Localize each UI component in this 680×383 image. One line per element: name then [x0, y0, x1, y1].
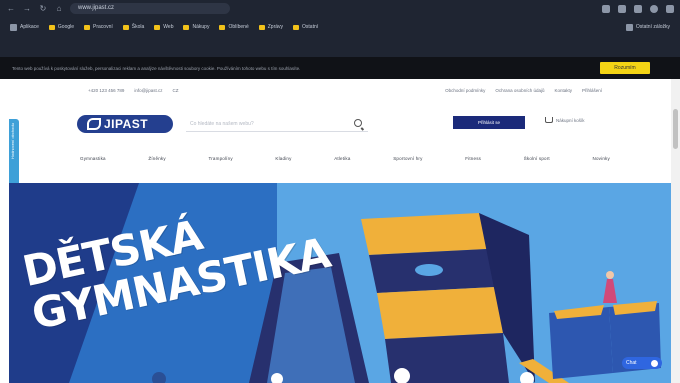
search-input[interactable]: Co hledáte na našem webu? — [186, 116, 368, 132]
phone-link[interactable]: +420 123 456 789 — [88, 88, 124, 93]
scrollbar-thumb[interactable] — [673, 109, 678, 149]
share-icon[interactable] — [602, 4, 610, 13]
home-icon[interactable]: ⌂ — [54, 4, 64, 14]
site-logo[interactable]: JIPAST — [77, 115, 173, 133]
other-bookmarks[interactable]: Ostatní záložky — [625, 23, 670, 31]
folder-icon — [154, 24, 161, 30]
address-bar[interactable]: www.jipast.cz — [70, 3, 230, 14]
folder-icon — [625, 23, 633, 31]
folder-icon — [183, 24, 190, 30]
bookmark-folder[interactable]: Ostatní — [293, 24, 318, 30]
forward-icon[interactable]: → — [22, 4, 32, 14]
back-icon[interactable]: ← — [6, 4, 16, 14]
nav-item[interactable]: Gymnastika — [80, 156, 106, 161]
contacts-link[interactable]: Kontakty — [554, 88, 572, 93]
main-navigation: Gymnastika Žíněnky Trampolíny Kladiny At… — [80, 153, 610, 163]
nav-item[interactable]: Žíněnky — [148, 156, 165, 161]
chat-button[interactable]: Chat — [622, 357, 662, 369]
hero-banner[interactable]: DĚTSKÁ GYMNASTIKA — [9, 183, 671, 383]
email-link[interactable]: info@jipast.cz — [134, 88, 162, 93]
cart-icon — [545, 117, 553, 123]
bookmark-apps[interactable]: Aplikace — [10, 23, 39, 31]
bookmarks-bar: Aplikace Google Pracovní Škola Web Nákup… — [0, 17, 680, 37]
reload-icon[interactable]: ↻ — [38, 4, 48, 14]
browser-nav-row: ← → ↻ ⌂ www.jipast.cz — [0, 0, 680, 17]
privacy-link[interactable]: Ochrana osobních údajů — [495, 88, 544, 93]
bookmark-folder[interactable]: Škola — [122, 24, 144, 30]
bookmark-folder[interactable]: Web — [154, 24, 173, 30]
folder-icon — [219, 24, 226, 30]
nav-item[interactable]: Školní sport — [524, 156, 550, 161]
logo-icon — [87, 118, 101, 130]
login-button[interactable]: Přihlásit se — [453, 116, 525, 129]
nav-item[interactable]: Trampolíny — [208, 156, 232, 161]
search-icon[interactable] — [354, 119, 362, 127]
language-select[interactable]: CZ — [173, 88, 179, 93]
folder-icon — [84, 24, 91, 30]
top-info-bar: +420 123 456 789 info@jipast.cz CZ Obcho… — [0, 79, 680, 101]
cookie-banner: Tento web používá k poskytování služeb, … — [0, 57, 680, 79]
bookmark-folder[interactable]: Pracovní — [84, 24, 113, 30]
folder-icon — [48, 24, 55, 30]
bookmark-folder[interactable]: Oblíbené — [219, 24, 249, 30]
nav-item[interactable]: Fitness — [465, 156, 481, 161]
bookmark-folder[interactable]: Nákupy — [183, 24, 209, 30]
nav-item[interactable]: Sportovní hry — [393, 156, 422, 161]
account-link[interactable]: Přihlášení — [582, 88, 602, 93]
nav-item[interactable]: Atletika — [334, 156, 350, 161]
apps-icon — [10, 23, 17, 31]
nav-item[interactable]: Novinky — [593, 156, 610, 161]
nav-item[interactable]: Kladiny — [275, 156, 291, 161]
cookie-accept-button[interactable]: Rozumím — [600, 62, 650, 74]
chat-icon — [651, 359, 658, 367]
browser-chrome: ← → ↻ ⌂ www.jipast.cz Aplikace Google Pr… — [0, 0, 680, 57]
extensions-icon[interactable] — [634, 4, 642, 13]
folder-icon — [122, 24, 129, 30]
cookie-text: Tento web používá k poskytování služeb, … — [12, 65, 301, 71]
star-icon[interactable] — [618, 4, 626, 13]
bookmark-folder[interactable]: Zprávy — [258, 24, 283, 30]
folder-icon — [258, 24, 265, 30]
menu-icon[interactable] — [666, 4, 674, 13]
profile-avatar[interactable] — [650, 4, 658, 13]
folder-icon — [293, 24, 300, 30]
cart-link[interactable]: Nákupní košík — [545, 117, 585, 123]
page-scrollbar[interactable] — [671, 79, 680, 383]
bookmark-folder[interactable]: Google — [48, 24, 74, 30]
terms-link[interactable]: Obchodní podmínky — [445, 88, 485, 93]
website: +420 123 456 789 info@jipast.cz CZ Obcho… — [0, 79, 680, 383]
